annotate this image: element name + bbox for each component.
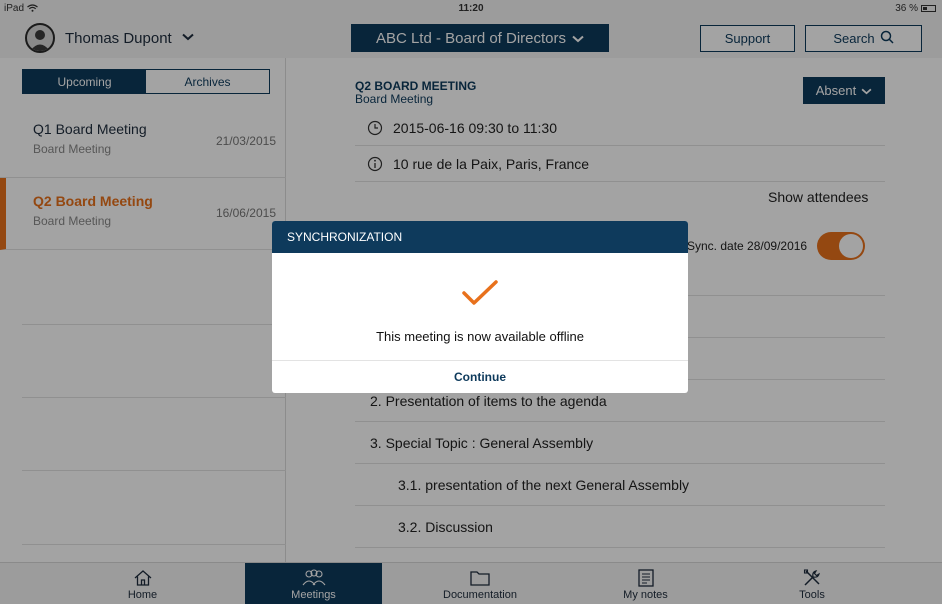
dialog-title: SYNCHRONIZATION <box>272 221 688 253</box>
synchronization-dialog: SYNCHRONIZATION This meeting is now avai… <box>272 221 688 393</box>
continue-button[interactable]: Continue <box>272 360 688 393</box>
dialog-message: This meeting is now available offline <box>376 329 584 344</box>
checkmark-icon <box>272 279 688 307</box>
